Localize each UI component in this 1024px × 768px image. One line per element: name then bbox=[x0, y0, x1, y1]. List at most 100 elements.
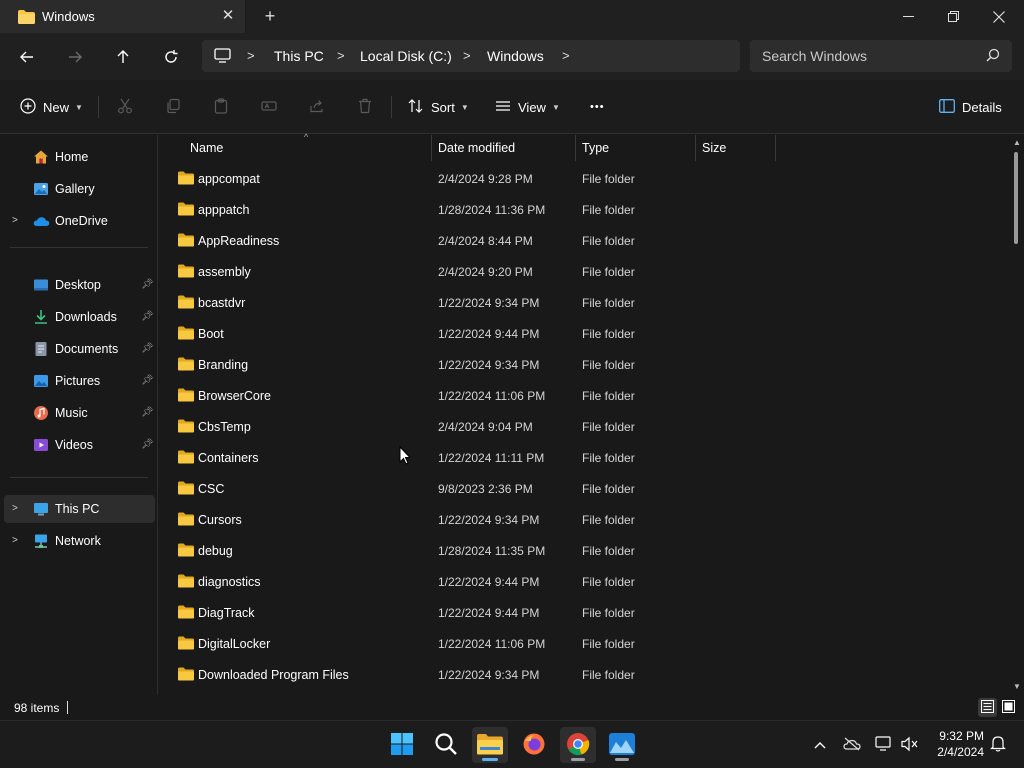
up-button[interactable] bbox=[107, 41, 139, 73]
taskbar-firefox[interactable] bbox=[516, 727, 552, 763]
paste-button[interactable] bbox=[210, 96, 232, 118]
details-button[interactable]: Details bbox=[939, 93, 1002, 121]
table-row[interactable]: assembly 2/4/2024 9:20 PM File folder bbox=[168, 257, 1008, 288]
view-button[interactable]: View ▼ bbox=[495, 93, 560, 121]
nav-item-this-pc[interactable]: > This PC bbox=[4, 495, 155, 523]
taskbar-file-explorer[interactable] bbox=[472, 727, 508, 763]
vertical-scrollbar[interactable]: ▲ ▼ bbox=[1010, 136, 1024, 695]
scroll-thumb[interactable] bbox=[1014, 152, 1018, 244]
nav-item-videos[interactable]: Videos 📌︎ bbox=[4, 431, 155, 459]
file-type: File folder bbox=[582, 451, 635, 465]
pin-icon[interactable]: 📌︎ bbox=[141, 279, 154, 290]
table-row[interactable]: Boot 1/22/2024 9:44 PM File folder bbox=[168, 319, 1008, 350]
breadcrumb-this-pc[interactable]: This PC bbox=[274, 48, 324, 64]
breadcrumb-chevron-icon[interactable]: > bbox=[247, 48, 255, 63]
taskbar-chrome[interactable] bbox=[560, 727, 596, 763]
refresh-button[interactable] bbox=[155, 41, 187, 73]
new-tab-button[interactable]: + bbox=[260, 6, 280, 26]
table-row[interactable]: AppReadiness 2/4/2024 8:44 PM File folder bbox=[168, 226, 1008, 257]
file-type: File folder bbox=[582, 637, 635, 651]
column-header-date[interactable]: Date modified bbox=[438, 135, 515, 161]
nav-item-desktop[interactable]: Desktop 📌︎ bbox=[4, 271, 155, 299]
onedrive-tray-button[interactable] bbox=[840, 733, 864, 757]
new-button[interactable]: New ▼ bbox=[20, 93, 83, 121]
column-separator[interactable] bbox=[695, 135, 696, 161]
taskbar-search-button[interactable] bbox=[428, 727, 464, 763]
scroll-up-icon[interactable]: ▲ bbox=[1013, 138, 1021, 147]
network-tray-button[interactable] bbox=[872, 733, 896, 757]
chevron-right-icon[interactable]: > bbox=[12, 535, 18, 546]
nav-item-downloads[interactable]: Downloads 📌︎ bbox=[4, 303, 155, 331]
table-row[interactable]: diagnostics 1/22/2024 9:44 PM File folder bbox=[168, 567, 1008, 598]
pin-icon[interactable]: 📌︎ bbox=[141, 439, 154, 450]
pin-icon[interactable]: 📌︎ bbox=[141, 375, 154, 386]
taskbar-photos[interactable] bbox=[604, 727, 640, 763]
column-header-size[interactable]: Size bbox=[702, 135, 726, 161]
table-row[interactable]: Cursors 1/22/2024 9:34 PM File folder bbox=[168, 505, 1008, 536]
sort-button[interactable]: Sort ▼ bbox=[408, 93, 469, 121]
table-row[interactable]: DigitalLocker 1/22/2024 11:06 PM File fold… bbox=[168, 629, 1008, 660]
address-bar[interactable]: > This PC > Local Disk (C:) > Windows > bbox=[202, 40, 740, 72]
close-window-button[interactable] bbox=[976, 0, 1022, 33]
rename-button[interactable] bbox=[258, 96, 280, 118]
breadcrumb-chevron-icon[interactable]: > bbox=[337, 48, 345, 63]
table-row[interactable]: BrowserCore 1/22/2024 11:06 PM File folder bbox=[168, 381, 1008, 412]
column-header-name[interactable]: Name bbox=[190, 135, 223, 161]
details-view-button[interactable] bbox=[978, 698, 997, 717]
minimize-button[interactable] bbox=[885, 0, 931, 33]
table-row[interactable]: CSC 9/8/2023 2:36 PM File folder bbox=[168, 474, 1008, 505]
pin-icon[interactable]: 📌︎ bbox=[141, 407, 154, 418]
show-hidden-icons-button[interactable] bbox=[808, 733, 832, 757]
table-row[interactable]: debug 1/28/2024 11:35 PM File folder bbox=[168, 536, 1008, 567]
photos-icon bbox=[609, 732, 635, 758]
table-row[interactable]: apppatch 1/28/2024 11:36 PM File folder bbox=[168, 195, 1008, 226]
notifications-button[interactable] bbox=[986, 733, 1010, 757]
restore-button[interactable] bbox=[930, 0, 976, 33]
nav-item-gallery[interactable]: Gallery bbox=[4, 175, 155, 203]
forward-button[interactable] bbox=[59, 41, 91, 73]
clock[interactable]: 9:32 PM 2/4/2024 bbox=[926, 728, 984, 760]
table-row[interactable]: Containers 1/22/2024 11:11 PM File folder bbox=[168, 443, 1008, 474]
table-row[interactable]: Downloaded Program Files 1/22/2024 9:34 P… bbox=[168, 660, 1008, 691]
column-separator[interactable] bbox=[775, 135, 776, 161]
cut-button[interactable] bbox=[114, 96, 136, 118]
column-separator[interactable] bbox=[575, 135, 576, 161]
copy-button[interactable] bbox=[162, 96, 184, 118]
pin-icon[interactable]: 📌︎ bbox=[141, 343, 154, 354]
breadcrumb-chevron-icon[interactable]: > bbox=[463, 48, 471, 63]
breadcrumb-chevron-icon[interactable]: > bbox=[562, 48, 570, 63]
table-row[interactable]: Branding 1/22/2024 9:34 PM File folder bbox=[168, 350, 1008, 381]
more-label: ••• bbox=[590, 101, 605, 113]
scroll-down-icon[interactable]: ▼ bbox=[1013, 682, 1021, 691]
nav-item-home[interactable]: Home bbox=[4, 143, 155, 171]
more-options-button[interactable]: ••• bbox=[590, 93, 605, 121]
table-row[interactable]: appcompat 2/4/2024 9:28 PM File folder bbox=[168, 164, 1008, 195]
nav-item-music[interactable]: Music 📌︎ bbox=[4, 399, 155, 427]
breadcrumb-windows[interactable]: Windows bbox=[487, 48, 544, 64]
pin-icon[interactable]: 📌︎ bbox=[141, 311, 154, 322]
nav-item-documents[interactable]: Documents 📌︎ bbox=[4, 335, 155, 363]
nav-item-pictures[interactable]: Pictures 📌︎ bbox=[4, 367, 155, 395]
column-separator[interactable] bbox=[431, 135, 432, 161]
table-row[interactable]: DiagTrack 1/22/2024 9:44 PM File folder bbox=[168, 598, 1008, 629]
start-button[interactable] bbox=[384, 727, 420, 763]
table-row[interactable]: CbsTemp 2/4/2024 9:04 PM File folder bbox=[168, 412, 1008, 443]
search-box[interactable] bbox=[750, 40, 1012, 72]
chevron-right-icon[interactable]: > bbox=[12, 503, 18, 514]
back-button[interactable] bbox=[11, 41, 43, 73]
search-input[interactable] bbox=[762, 47, 982, 65]
search-icon[interactable] bbox=[986, 48, 1000, 65]
tiles-view-button[interactable] bbox=[999, 698, 1018, 717]
nav-item-onedrive[interactable]: > OneDrive bbox=[4, 207, 155, 235]
volume-tray-button[interactable] bbox=[898, 733, 922, 757]
chevron-right-icon[interactable]: > bbox=[12, 215, 18, 226]
tab-windows[interactable]: Windows ✕ bbox=[0, 0, 246, 33]
close-tab-icon[interactable]: ✕ bbox=[218, 6, 238, 26]
status-bar: 98 items bbox=[0, 695, 1024, 720]
delete-button[interactable] bbox=[354, 96, 376, 118]
column-header-type[interactable]: Type bbox=[582, 135, 609, 161]
nav-item-network[interactable]: > Network bbox=[4, 527, 155, 555]
table-row[interactable]: bcastdvr 1/22/2024 9:34 PM File folder bbox=[168, 288, 1008, 319]
breadcrumb-local-disk[interactable]: Local Disk (C:) bbox=[360, 48, 452, 64]
share-button[interactable] bbox=[306, 96, 328, 118]
